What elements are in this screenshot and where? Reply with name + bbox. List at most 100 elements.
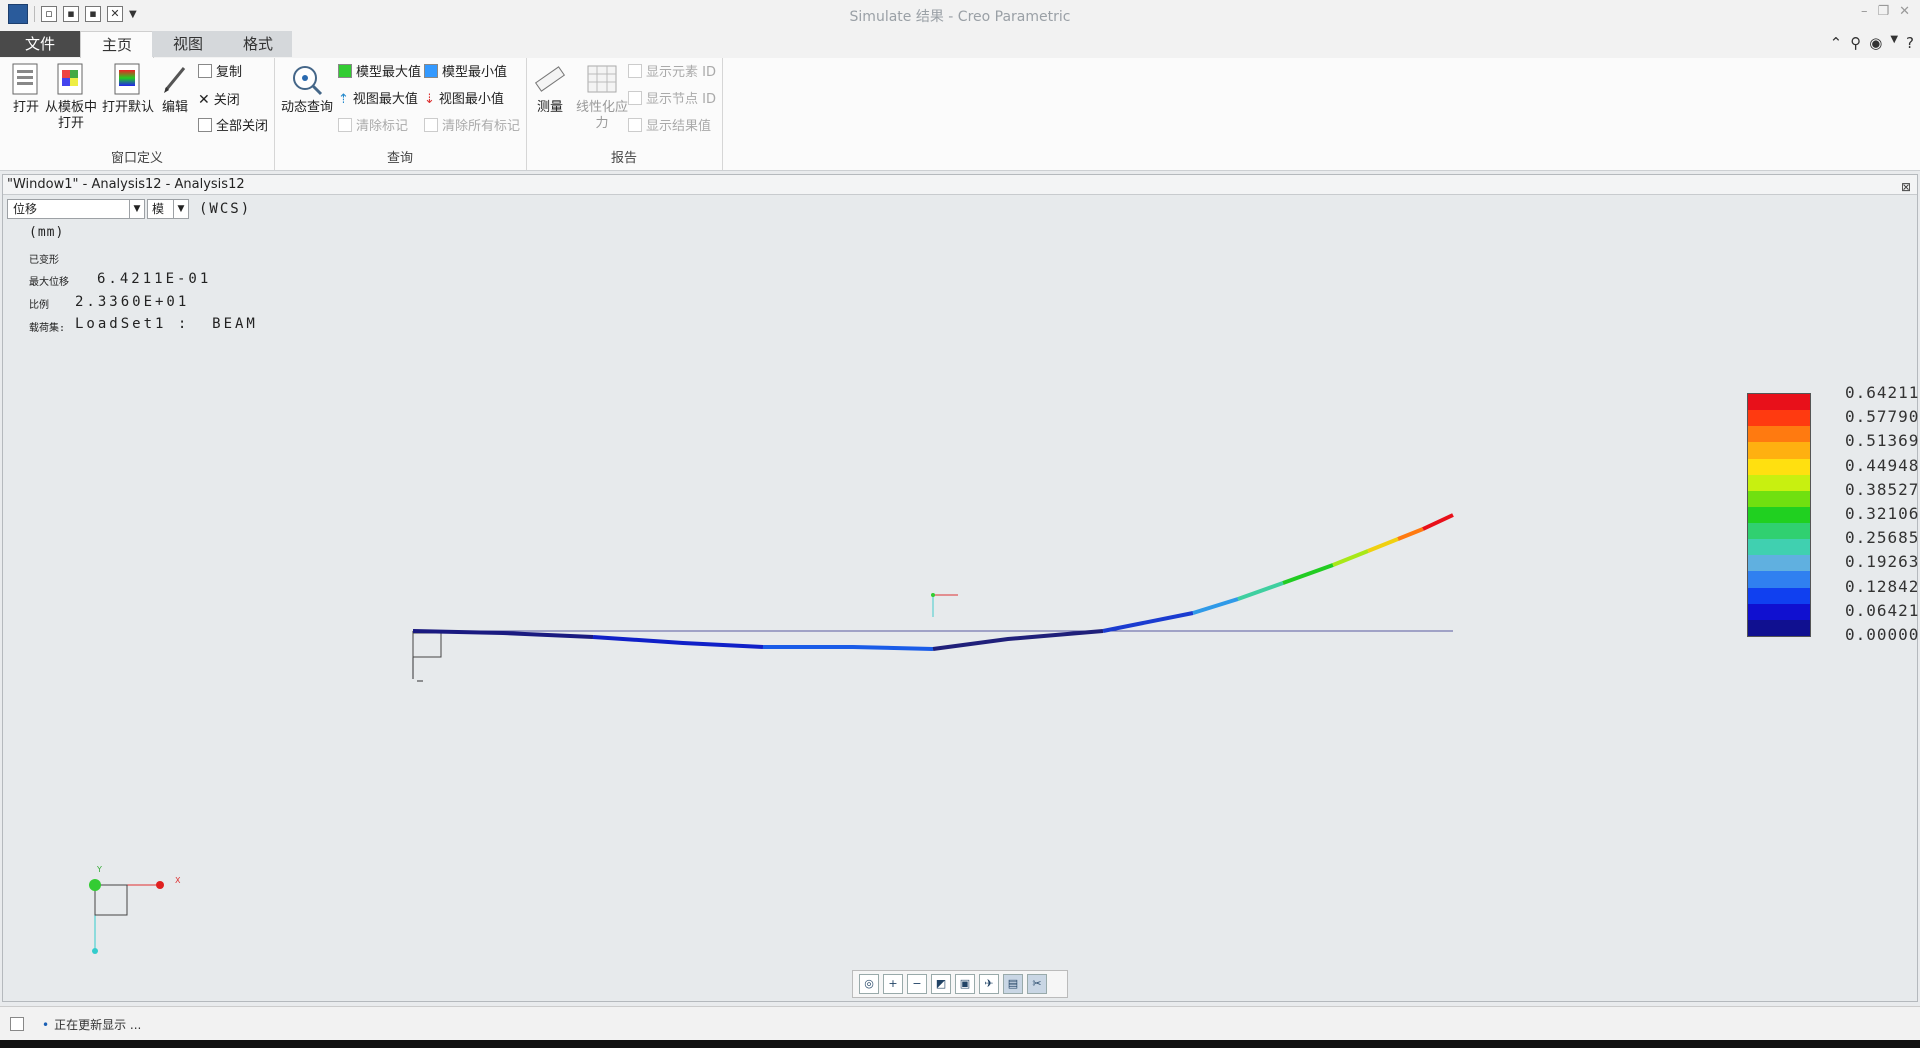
tab-format[interactable]: 格式 <box>224 31 292 57</box>
edit-button[interactable]: 编辑 <box>150 62 200 116</box>
close-label: 关闭 <box>213 93 240 108</box>
close-button[interactable]: ✕ 关闭 <box>198 89 240 111</box>
tab-file[interactable]: 文件 <box>0 31 80 57</box>
view-max-button[interactable]: ⇡ 视图最大值 <box>338 89 418 111</box>
refit-icon[interactable]: ◎ <box>859 974 879 994</box>
zoom-out-icon[interactable]: − <box>907 974 927 994</box>
group-label-window-definition: 窗口定义 <box>110 151 163 166</box>
copy-button[interactable]: 复制 <box>198 62 242 84</box>
deformed-beam-segment <box>1192 597 1239 615</box>
tab-home[interactable]: 主页 <box>80 31 154 58</box>
clear-all-marks-button[interactable]: 清除所有标记 <box>424 116 520 138</box>
taskbar <box>0 1040 1920 1048</box>
copy-label: 复制 <box>216 65 243 80</box>
status-bar: 正在更新显示 ... <box>0 1006 1920 1041</box>
clear-all-marks-icon <box>424 118 438 132</box>
ruler-icon <box>533 62 567 96</box>
help-icon[interactable]: ? <box>1906 34 1914 52</box>
view-toolbar: ◎ + − ◩ ▣ ✈ ▤ ✂ <box>852 970 1068 998</box>
status-message: 正在更新显示 ... <box>42 1016 141 1033</box>
view-max-label: 视图最大值 <box>352 92 418 107</box>
zoom-in-icon[interactable]: + <box>883 974 903 994</box>
linearize-label-1: 线性化应 <box>575 100 628 115</box>
deformed-beam-segment <box>1367 537 1399 553</box>
deformed-beam-segment <box>763 645 934 651</box>
clear-mark-label: 清除标记 <box>356 119 409 134</box>
deformed-beam-segment <box>1282 563 1334 585</box>
chevron-down-icon[interactable]: ▼ <box>1890 34 1898 52</box>
chevron-up-icon[interactable]: ⌃ <box>1830 34 1843 52</box>
restore-icon[interactable]: ❐ <box>1877 4 1889 19</box>
close-all-button[interactable]: 全部关闭 <box>198 116 268 138</box>
close-icon[interactable]: ✕ <box>1899 4 1910 19</box>
show-node-id-button[interactable]: 显示节点 ID <box>628 89 716 111</box>
model-min-button[interactable]: 模型最小值 <box>424 62 507 84</box>
open-default-button[interactable]: 打开默认 <box>100 62 156 116</box>
linearize-stress-button[interactable]: 线性化应 力 <box>572 62 632 132</box>
view-max-icon: ⇡ <box>338 92 349 107</box>
linearize-stress-icon <box>585 62 619 96</box>
constraint-symbol <box>412 632 442 658</box>
tab-view[interactable]: 视图 <box>152 31 224 57</box>
community-icon[interactable]: ◉ <box>1869 34 1882 52</box>
group-window-definition: 打开 从模板中 打开 打开默认 编辑 复制 ✕ 关闭 全部关闭 窗口定义 <box>0 58 275 170</box>
measure-button[interactable]: 测量 <box>528 62 572 116</box>
csys-marker-origin <box>931 593 935 597</box>
close-x-icon: ✕ <box>198 92 210 108</box>
linearize-label-2: 力 <box>595 116 609 131</box>
view-min-icon: ⇣ <box>424 92 435 107</box>
graphics-window-title-text: "Window1" - Analysis12 - Analysis12 <box>7 177 245 192</box>
clear-all-marks-label: 清除所有标记 <box>442 119 521 134</box>
show-result-values-button[interactable]: 显示结果值 <box>628 116 711 138</box>
dynamic-query-button[interactable]: 动态查询 <box>280 62 334 116</box>
beam-result-plot: X Y <box>89 513 1454 954</box>
result-values-icon <box>628 118 642 132</box>
measure-label: 测量 <box>536 100 563 115</box>
graphics-window[interactable]: "Window1" - Analysis12 - Analysis12 ⊠ 位移… <box>2 174 1918 1002</box>
view-min-button[interactable]: ⇣ 视图最小值 <box>424 89 504 111</box>
edit-label: 编辑 <box>161 100 188 115</box>
minimize-icon[interactable]: – <box>1861 4 1868 19</box>
close-pane-icon[interactable]: ⊠ <box>1901 177 1911 197</box>
display-style-icon[interactable]: ▤ <box>1003 974 1023 994</box>
deformed-beam-segment <box>1102 611 1194 633</box>
close-all-icon <box>198 118 212 132</box>
open-from-template-button[interactable]: 从模板中 打开 <box>44 62 98 132</box>
graphics-window-title: "Window1" - Analysis12 - Analysis12 ⊠ <box>3 175 1917 195</box>
view-manager-icon[interactable]: ✈ <box>979 974 999 994</box>
model-max-label: 模型最大值 <box>356 65 422 80</box>
triad-origin <box>89 879 101 891</box>
open-default-label: 打开默认 <box>101 100 154 115</box>
group-report: 测量 线性化应 力 显示元素 ID 显示节点 ID 显示结果值 报告 <box>526 58 723 170</box>
model-min-label: 模型最小值 <box>442 65 508 80</box>
window-title: Simulate 结果 - Creo Parametric <box>849 9 1071 25</box>
clear-mark-icon <box>338 118 352 132</box>
template-icon <box>54 62 88 96</box>
deformed-beam-segment <box>412 629 594 639</box>
open-icon <box>9 62 43 96</box>
pencil-icon <box>158 62 192 96</box>
group-label-report: 报告 <box>610 151 637 166</box>
status-checkbox[interactable] <box>10 1017 24 1031</box>
deformed-beam-segment <box>1332 549 1369 567</box>
deformed-beam-segment <box>1422 513 1454 531</box>
clear-mark-button[interactable]: 清除标记 <box>338 116 408 138</box>
model-min-icon <box>424 64 438 78</box>
show-node-id-label: 显示节点 ID <box>646 92 716 107</box>
model-max-button[interactable]: 模型最大值 <box>338 62 421 84</box>
open-template-label-1: 从模板中 <box>44 100 97 115</box>
close-all-label: 全部关闭 <box>216 119 269 134</box>
saved-views-icon[interactable]: ▣ <box>955 974 975 994</box>
ribbon: 打开 从模板中 打开 打开默认 编辑 复制 ✕ 关闭 全部关闭 窗口定义 动态查… <box>0 58 1920 171</box>
triad-z-point <box>92 948 98 954</box>
repaint-icon[interactable]: ◩ <box>931 974 951 994</box>
node-id-icon <box>628 91 642 105</box>
deformed-beam-segment <box>1397 527 1424 541</box>
title-bar: ▫ ▪ ▪ ✕ ▼ Simulate 结果 - Creo Parametric … <box>0 0 1920 28</box>
show-element-id-button[interactable]: 显示元素 ID <box>628 62 716 84</box>
show-result-values-label: 显示结果值 <box>646 119 712 134</box>
open-default-icon <box>111 62 145 96</box>
view-min-label: 视图最小值 <box>438 92 504 107</box>
scissors-icon[interactable]: ✂ <box>1027 974 1047 994</box>
search-icon[interactable]: ⚲ <box>1850 34 1861 52</box>
